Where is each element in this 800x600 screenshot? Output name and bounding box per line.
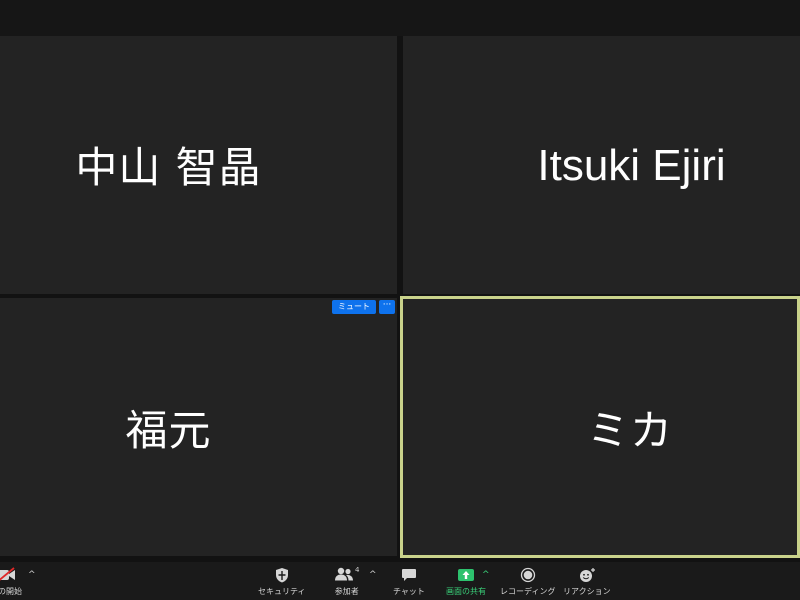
start-video-button[interactable]: オの開始 xyxy=(0,566,22,597)
chat-bubble-icon xyxy=(401,566,417,584)
mute-participant-button[interactable]: ミュート xyxy=(332,300,376,314)
video-options-caret[interactable]: ^ xyxy=(28,570,36,580)
participant-name: 中山 智晶 xyxy=(75,142,262,192)
participant-name: Itsuki Ejiri xyxy=(537,141,726,190)
record-label: レコーディング xyxy=(500,587,556,596)
meeting-toolbar: オの開始 ^ セキュリティ 4 参加者 ^ xyxy=(0,562,800,600)
share-screen-button[interactable]: 画面の共有 xyxy=(446,566,486,597)
participants-label: 参加者 xyxy=(334,587,359,596)
chat-label: チャット xyxy=(393,587,425,596)
record-icon xyxy=(520,566,536,584)
video-tile-participant-2[interactable]: Itsuki Ejiri xyxy=(403,36,800,294)
tile-actions: ミュート ··· xyxy=(332,300,395,314)
participants-count: 4 xyxy=(355,566,360,574)
start-video-label: オの開始 xyxy=(0,587,22,596)
record-button[interactable]: レコーディング xyxy=(500,566,555,597)
more-options-button[interactable]: ··· xyxy=(379,300,395,314)
chat-button[interactable]: チャット xyxy=(393,566,425,597)
security-label: セキュリティ xyxy=(258,587,306,596)
participant-name: 福元 xyxy=(125,405,212,455)
participant-name: ミカ xyxy=(586,405,673,455)
reactions-label: リアクション xyxy=(563,587,611,596)
emoji-add-icon xyxy=(578,566,596,584)
video-tile-participant-1[interactable]: 中山 智晶 xyxy=(0,36,397,294)
participants-options-caret[interactable]: ^ xyxy=(369,570,377,580)
participants-button[interactable]: 4 参加者 xyxy=(334,566,360,597)
participants-icon xyxy=(334,566,354,585)
share-options-caret[interactable]: ^ xyxy=(482,570,490,580)
security-button[interactable]: セキュリティ xyxy=(258,566,306,597)
window-top-bar xyxy=(0,0,800,36)
video-off-icon xyxy=(0,566,17,584)
shield-icon xyxy=(275,566,289,584)
video-tile-active-speaker[interactable]: ミカ xyxy=(400,296,800,558)
share-screen-icon xyxy=(457,566,475,584)
share-screen-label: 画面の共有 xyxy=(446,587,486,596)
video-tile-participant-3[interactable]: ミュート ··· 福元 xyxy=(0,298,397,556)
reactions-button[interactable]: リアクション xyxy=(563,566,611,597)
